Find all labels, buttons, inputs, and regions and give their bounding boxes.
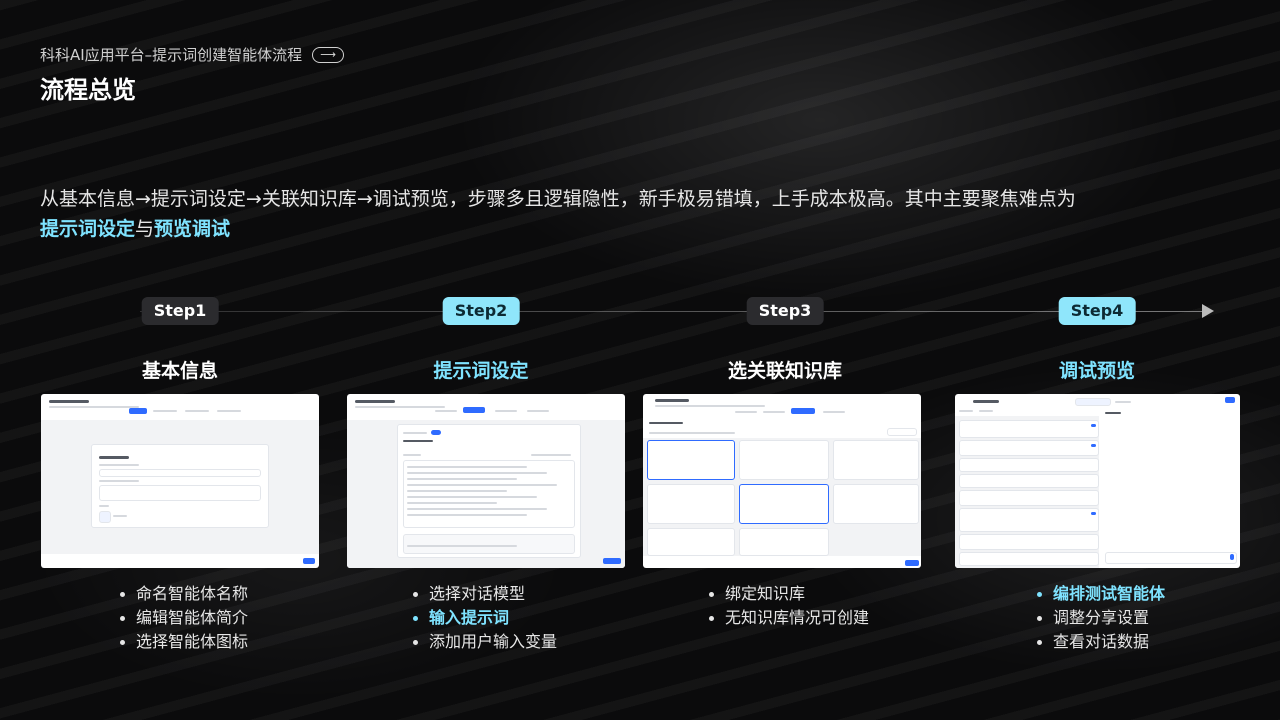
list-item: 查看对话数据 bbox=[1035, 630, 1165, 654]
page-title: 流程总览 bbox=[40, 76, 136, 104]
step1-screenshot bbox=[41, 394, 319, 568]
timeline-arrow-icon bbox=[1202, 304, 1214, 318]
step2-bullets: 选择对话模型 输入提示词 添加用户输入变量 bbox=[411, 582, 557, 654]
list-item: 绑定知识库 bbox=[707, 582, 869, 606]
list-item: 输入提示词 bbox=[411, 606, 557, 630]
arrow-right-icon[interactable]: ⟶ bbox=[312, 46, 345, 63]
step3-bullets: 绑定知识库 无知识库情况可创建 bbox=[707, 582, 869, 630]
list-item: 添加用户输入变量 bbox=[411, 630, 557, 654]
list-item: 选择对话模型 bbox=[411, 582, 557, 606]
step4-badge: Step4 bbox=[1058, 297, 1136, 325]
description-highlight-prompt: 提示词设定 bbox=[40, 218, 136, 240]
description-text: 从基本信息→提示词设定→关联知识库→调试预览，步骤多且逻辑隐性，新手极易错填，上… bbox=[40, 188, 1076, 210]
list-item: 编排测试智能体 bbox=[1035, 582, 1165, 606]
list-item: 编辑智能体简介 bbox=[118, 606, 248, 630]
list-item: 调整分享设置 bbox=[1035, 606, 1165, 630]
list-item: 无知识库情况可创建 bbox=[707, 606, 869, 630]
step2-badge: Step2 bbox=[442, 297, 520, 325]
step4-title: 调试预览 bbox=[1058, 360, 1136, 382]
step1-title: 基本信息 bbox=[141, 360, 219, 382]
step3-badge: Step3 bbox=[746, 297, 824, 325]
step3-screenshot bbox=[643, 394, 921, 568]
list-item: 选择智能体图标 bbox=[118, 630, 248, 654]
step2-screenshot bbox=[347, 394, 625, 568]
description-joiner: 与 bbox=[135, 218, 155, 240]
step4-screenshot bbox=[955, 394, 1240, 568]
step2-title: 提示词设定 bbox=[433, 360, 529, 382]
step1-bullets: 命名智能体名称 编辑智能体简介 选择智能体图标 bbox=[118, 582, 248, 654]
step1-badge: Step1 bbox=[141, 297, 219, 325]
list-item: 命名智能体名称 bbox=[118, 582, 248, 606]
description: 从基本信息→提示词设定→关联知识库→调试预览，步骤多且逻辑隐性，新手极易错填，上… bbox=[40, 184, 1220, 244]
step4-bullets: 编排测试智能体 调整分享设置 查看对话数据 bbox=[1035, 582, 1165, 654]
timeline-line bbox=[140, 311, 1210, 312]
step3-title: 选关联知识库 bbox=[727, 360, 843, 382]
description-highlight-preview: 预览调试 bbox=[154, 218, 231, 240]
breadcrumb: 科科AI应用平台–提示词创建智能体流程 ⟶ bbox=[40, 44, 345, 65]
breadcrumb-text: 科科AI应用平台–提示词创建智能体流程 bbox=[40, 46, 303, 64]
